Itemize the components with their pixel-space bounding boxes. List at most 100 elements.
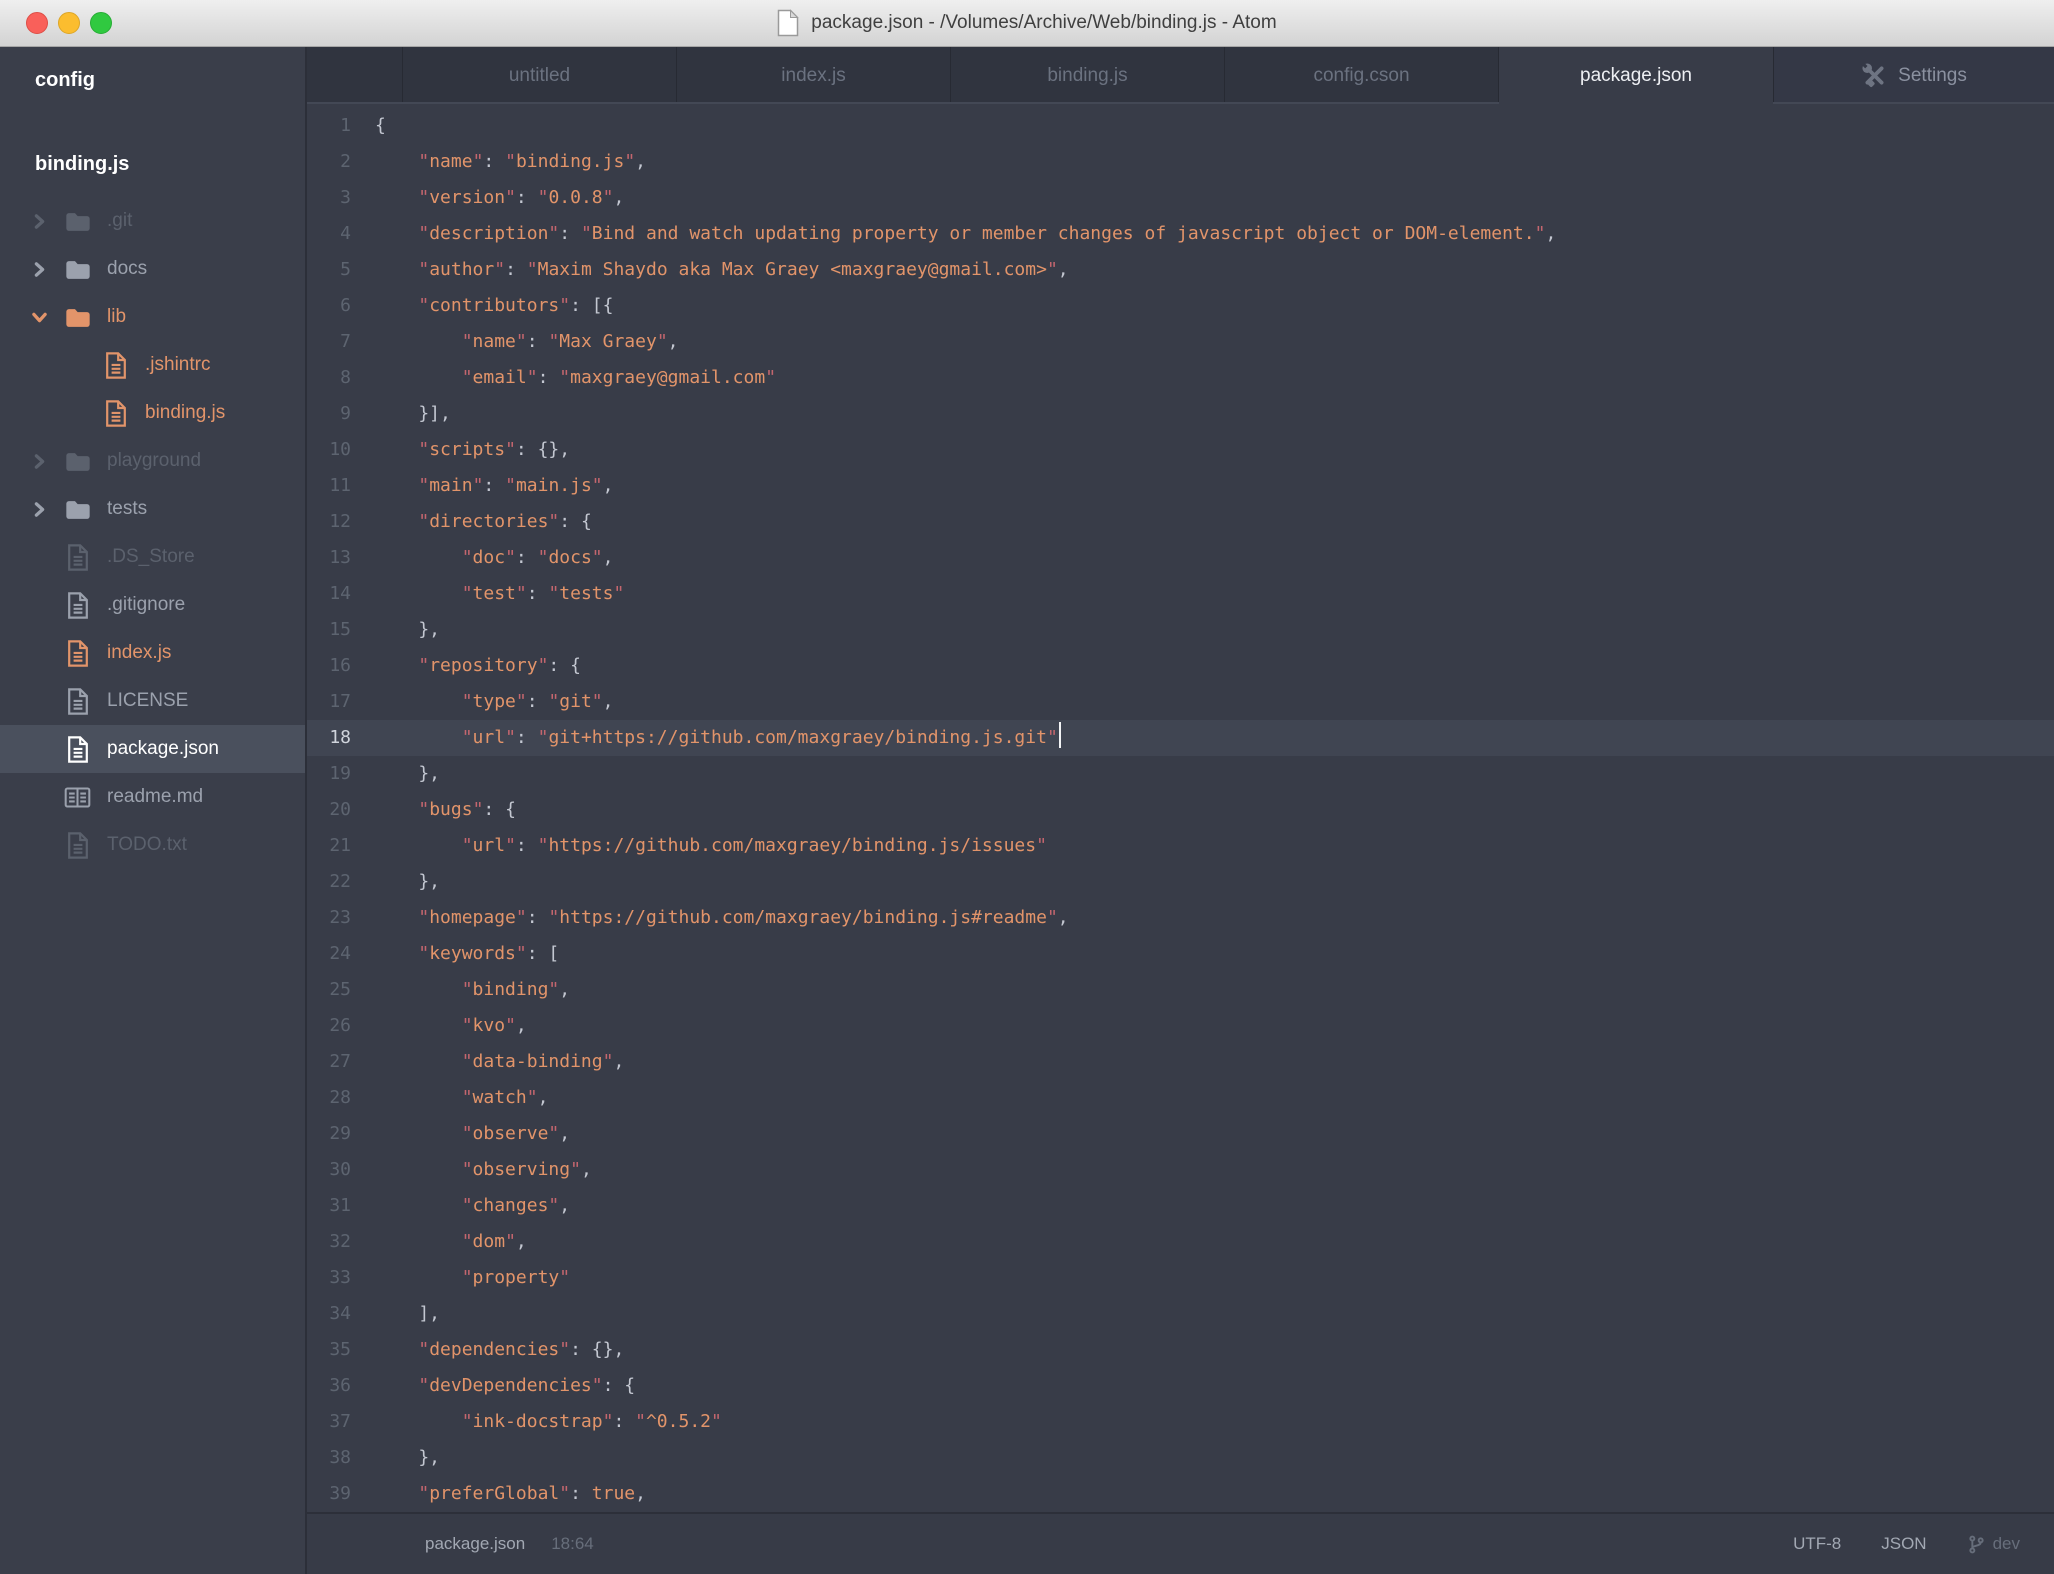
code-line-18[interactable]: 18 "url": "git+https://github.com/maxgra… bbox=[307, 720, 2054, 756]
line-number[interactable]: 15 bbox=[307, 612, 369, 648]
code-line-16[interactable]: 16 "repository": { bbox=[307, 648, 2054, 684]
line-number[interactable]: 11 bbox=[307, 468, 369, 504]
code-line-28[interactable]: 28 "watch", bbox=[307, 1080, 2054, 1116]
code-line-11[interactable]: 11 "main": "main.js", bbox=[307, 468, 2054, 504]
line-number[interactable]: 31 bbox=[307, 1188, 369, 1224]
code-line-20[interactable]: 20 "bugs": { bbox=[307, 792, 2054, 828]
line-number[interactable]: 30 bbox=[307, 1152, 369, 1188]
code-line-34[interactable]: 34 ], bbox=[307, 1296, 2054, 1332]
tree-item-readme-md[interactable]: readme.md bbox=[0, 773, 305, 821]
code-line-9[interactable]: 9 }], bbox=[307, 396, 2054, 432]
code-line-19[interactable]: 19 }, bbox=[307, 756, 2054, 792]
window-titlebar[interactable]: package.json - /Volumes/Archive/Web/bind… bbox=[0, 0, 2054, 47]
close-button[interactable] bbox=[26, 12, 48, 34]
line-number[interactable]: 35 bbox=[307, 1332, 369, 1368]
tab-binding-js[interactable]: binding.js bbox=[951, 47, 1225, 104]
line-number[interactable]: 19 bbox=[307, 756, 369, 792]
line-number[interactable]: 36 bbox=[307, 1368, 369, 1404]
code-line-3[interactable]: 3 "version": "0.0.8", bbox=[307, 180, 2054, 216]
code-line-27[interactable]: 27 "data-binding", bbox=[307, 1044, 2054, 1080]
code-line-2[interactable]: 2 "name": "binding.js", bbox=[307, 144, 2054, 180]
line-number[interactable]: 1 bbox=[307, 108, 369, 144]
code-line-22[interactable]: 22 }, bbox=[307, 864, 2054, 900]
tree-item-binding-js[interactable]: binding.js bbox=[0, 389, 305, 437]
line-number[interactable]: 34 bbox=[307, 1296, 369, 1332]
code-line-37[interactable]: 37 "ink-docstrap": "^0.5.2" bbox=[307, 1404, 2054, 1440]
status-git-branch[interactable]: dev bbox=[1967, 1534, 2020, 1554]
chevron-right-icon[interactable] bbox=[30, 212, 48, 230]
line-number[interactable]: 7 bbox=[307, 324, 369, 360]
line-number[interactable]: 4 bbox=[307, 216, 369, 252]
tree-item-playground[interactable]: playground bbox=[0, 437, 305, 485]
tree-item--ds-store[interactable]: .DS_Store bbox=[0, 533, 305, 581]
tree-item-license[interactable]: LICENSE bbox=[0, 677, 305, 725]
tree-item-lib[interactable]: lib bbox=[0, 293, 305, 341]
code-line-23[interactable]: 23 "homepage": "https://github.com/maxgr… bbox=[307, 900, 2054, 936]
line-number[interactable]: 27 bbox=[307, 1044, 369, 1080]
line-number[interactable]: 33 bbox=[307, 1260, 369, 1296]
code-line-12[interactable]: 12 "directories": { bbox=[307, 504, 2054, 540]
line-number[interactable]: 39 bbox=[307, 1476, 369, 1512]
code-line-29[interactable]: 29 "observe", bbox=[307, 1116, 2054, 1152]
line-number[interactable]: 8 bbox=[307, 360, 369, 396]
line-number[interactable]: 2 bbox=[307, 144, 369, 180]
line-number[interactable]: 25 bbox=[307, 972, 369, 1008]
line-number[interactable]: 37 bbox=[307, 1404, 369, 1440]
code-line-30[interactable]: 30 "observing", bbox=[307, 1152, 2054, 1188]
code-line-38[interactable]: 38 }, bbox=[307, 1440, 2054, 1476]
code-line-8[interactable]: 8 "email": "maxgraey@gmail.com" bbox=[307, 360, 2054, 396]
code-line-25[interactable]: 25 "binding", bbox=[307, 972, 2054, 1008]
line-number[interactable]: 3 bbox=[307, 180, 369, 216]
tab-config-cson[interactable]: config.cson bbox=[1225, 47, 1499, 104]
code-line-5[interactable]: 5 "author": "Maxim Shaydo aka Max Graey … bbox=[307, 252, 2054, 288]
line-number[interactable]: 23 bbox=[307, 900, 369, 936]
chevron-down-icon[interactable] bbox=[30, 308, 48, 326]
line-number[interactable]: 10 bbox=[307, 432, 369, 468]
line-number[interactable]: 21 bbox=[307, 828, 369, 864]
status-cursor-position[interactable]: 18:64 bbox=[551, 1534, 594, 1554]
status-encoding[interactable]: UTF-8 bbox=[1793, 1534, 1841, 1554]
code-line-14[interactable]: 14 "test": "tests" bbox=[307, 576, 2054, 612]
chevron-right-icon[interactable] bbox=[30, 452, 48, 470]
status-grammar[interactable]: JSON bbox=[1881, 1534, 1926, 1554]
line-number[interactable]: 38 bbox=[307, 1440, 369, 1476]
line-number[interactable]: 32 bbox=[307, 1224, 369, 1260]
line-number[interactable]: 17 bbox=[307, 684, 369, 720]
code-line-26[interactable]: 26 "kvo", bbox=[307, 1008, 2054, 1044]
line-number[interactable]: 9 bbox=[307, 396, 369, 432]
tree-item-package-json[interactable]: package.json bbox=[0, 725, 305, 773]
code-line-35[interactable]: 35 "dependencies": {}, bbox=[307, 1332, 2054, 1368]
code-line-6[interactable]: 6 "contributors": [{ bbox=[307, 288, 2054, 324]
code-line-33[interactable]: 33 "property" bbox=[307, 1260, 2054, 1296]
code-line-1[interactable]: 1{ bbox=[307, 108, 2054, 144]
tab-untitled[interactable]: untitled bbox=[403, 47, 677, 104]
project-root-config[interactable]: config bbox=[35, 67, 305, 93]
code-line-17[interactable]: 17 "type": "git", bbox=[307, 684, 2054, 720]
code-line-39[interactable]: 39 "preferGlobal": true, bbox=[307, 1476, 2054, 1512]
code-line-32[interactable]: 32 "dom", bbox=[307, 1224, 2054, 1260]
code-line-24[interactable]: 24 "keywords": [ bbox=[307, 936, 2054, 972]
line-number[interactable]: 18 bbox=[307, 720, 369, 756]
tree-item--git[interactable]: .git bbox=[0, 197, 305, 245]
code-line-15[interactable]: 15 }, bbox=[307, 612, 2054, 648]
line-number[interactable]: 13 bbox=[307, 540, 369, 576]
code-line-21[interactable]: 21 "url": "https://github.com/maxgraey/b… bbox=[307, 828, 2054, 864]
tree-item-todo-txt[interactable]: TODO.txt bbox=[0, 821, 305, 869]
chevron-right-icon[interactable] bbox=[30, 260, 48, 278]
line-number[interactable]: 6 bbox=[307, 288, 369, 324]
line-number[interactable]: 16 bbox=[307, 648, 369, 684]
text-editor[interactable]: 1{2 "name": "binding.js",3 "version": "0… bbox=[307, 104, 2054, 1512]
tree-item--jshintrc[interactable]: .jshintrc bbox=[0, 341, 305, 389]
line-number[interactable]: 28 bbox=[307, 1080, 369, 1116]
line-number[interactable]: 26 bbox=[307, 1008, 369, 1044]
tree-item-index-js[interactable]: index.js bbox=[0, 629, 305, 677]
project-root-binding-js[interactable]: binding.js bbox=[35, 151, 305, 177]
line-number[interactable]: 24 bbox=[307, 936, 369, 972]
line-number[interactable]: 22 bbox=[307, 864, 369, 900]
code-line-4[interactable]: 4 "description": "Bind and watch updatin… bbox=[307, 216, 2054, 252]
minimize-button[interactable] bbox=[58, 12, 80, 34]
line-number[interactable]: 12 bbox=[307, 504, 369, 540]
line-number[interactable]: 5 bbox=[307, 252, 369, 288]
code-line-7[interactable]: 7 "name": "Max Graey", bbox=[307, 324, 2054, 360]
tab-index-js[interactable]: index.js bbox=[677, 47, 951, 104]
